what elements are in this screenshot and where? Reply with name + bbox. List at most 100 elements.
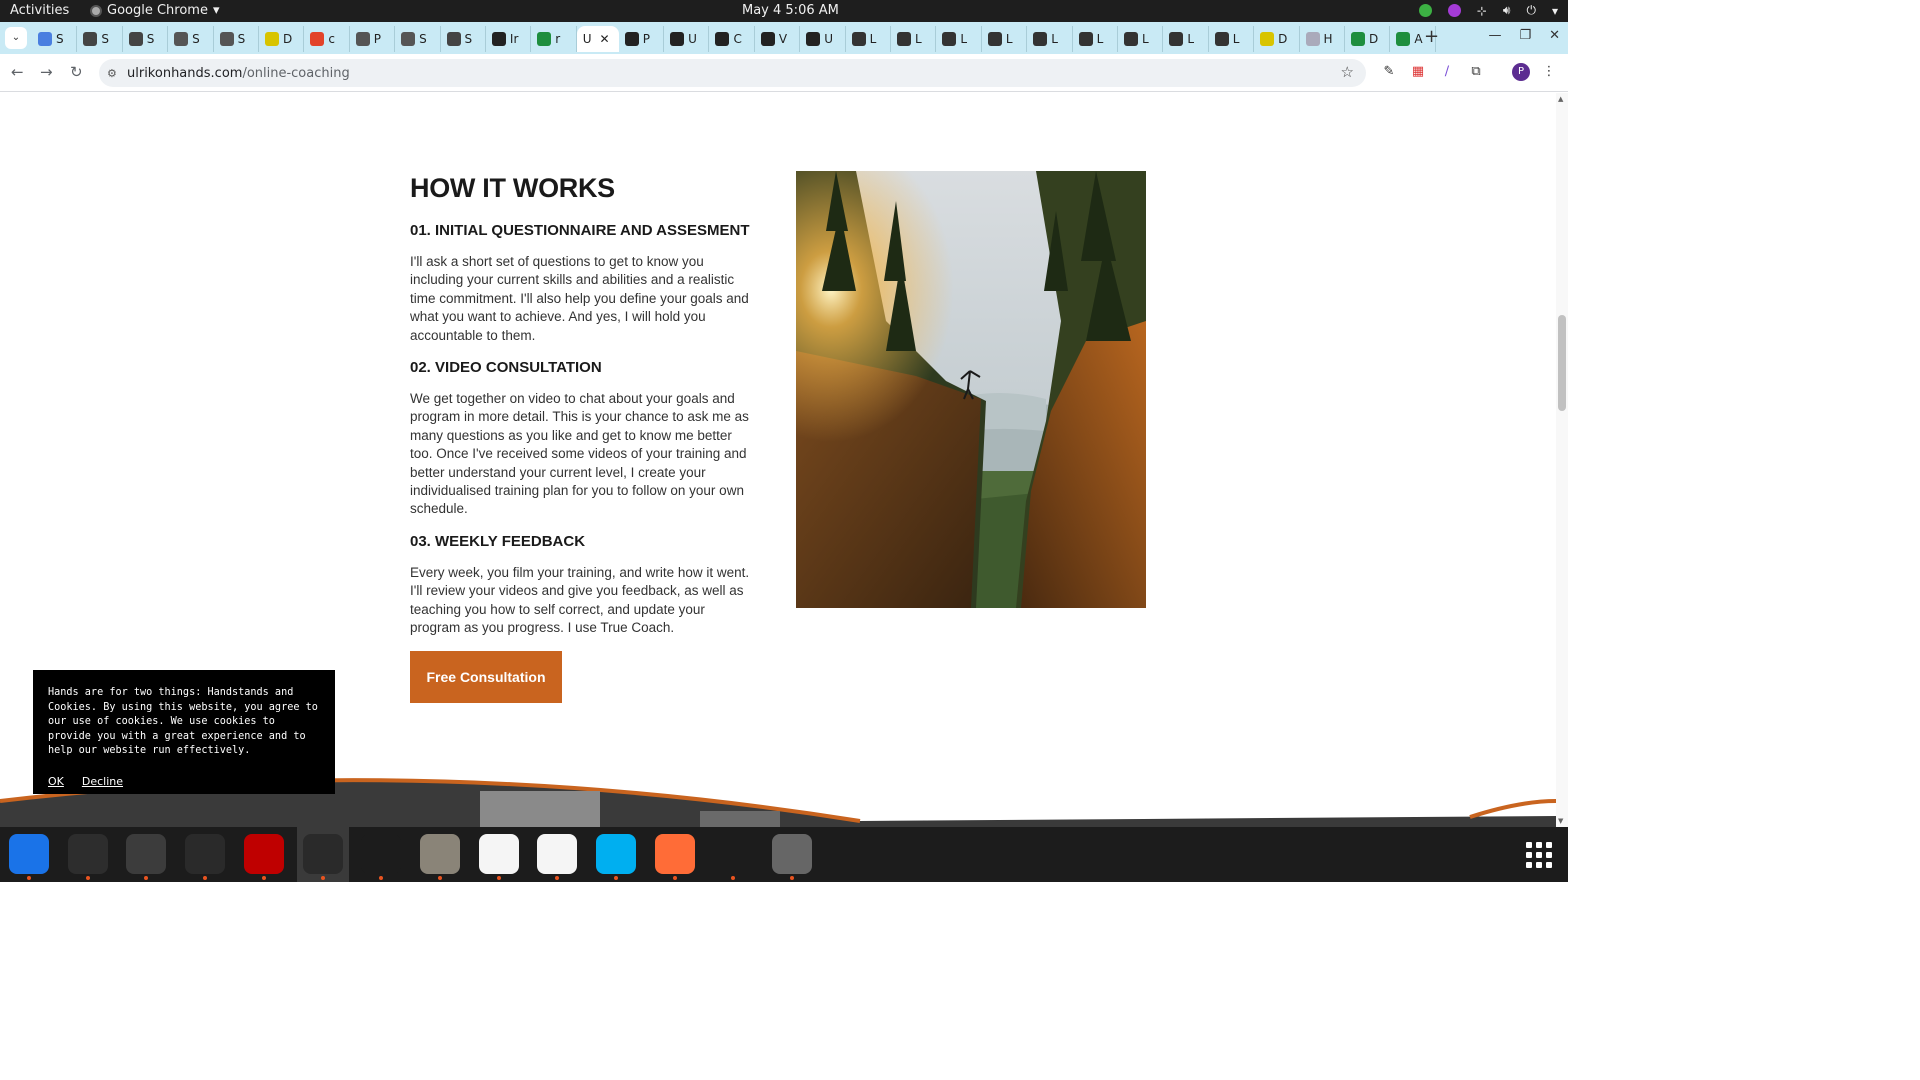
update-icon[interactable]	[1418, 4, 1432, 17]
browser-tab[interactable]: S	[441, 26, 486, 52]
system-monitor-icon[interactable]	[185, 834, 226, 880]
handstand-forest-photo	[796, 171, 1146, 608]
running-indicator	[790, 876, 795, 880]
browser-tab[interactable]: L	[982, 26, 1028, 52]
browser-tab[interactable]: S	[123, 26, 169, 52]
volume-icon[interactable]: 🔊︎	[1503, 3, 1511, 18]
back-button[interactable]: ←	[11, 63, 24, 81]
activities-button[interactable]: Activities	[10, 3, 69, 18]
browser-tab[interactable]: L	[1027, 26, 1073, 52]
tab-favicon-icon	[987, 32, 1002, 46]
skype-icon[interactable]	[596, 834, 636, 880]
bookmark-star-icon[interactable]: ☆	[1341, 63, 1354, 81]
minimize-icon[interactable]: —	[1488, 28, 1501, 43]
writer-icon[interactable]	[537, 834, 578, 880]
scroll-up-arrow[interactable]: ▲	[1558, 95, 1563, 103]
tab-title: L	[1187, 32, 1195, 46]
browser-tab[interactable]: S	[214, 26, 259, 52]
browser-tab[interactable]: C	[709, 26, 755, 52]
browser-tab[interactable]: L	[1209, 26, 1255, 52]
tab-close-icon[interactable]: ✕	[599, 32, 609, 46]
scroll-down-arrow[interactable]: ▼	[1558, 817, 1563, 825]
address-bar[interactable]: ⚙ ulrikonhands.com/online-coaching ☆	[99, 59, 1366, 87]
cookie-consent-banner: Hands are for two things: Handstands and…	[33, 670, 335, 794]
hotspot-icon[interactable]	[713, 834, 754, 880]
site-info-icon[interactable]: ⚙	[107, 67, 121, 80]
tab-favicon-icon	[1033, 32, 1048, 46]
browser-tab[interactable]: L	[936, 26, 982, 52]
text-editor-icon[interactable]	[478, 834, 519, 880]
browser-tab[interactable]: L	[1073, 26, 1118, 52]
restore-icon[interactable]: ❐	[1519, 28, 1531, 43]
browser-tab[interactable]: V	[755, 26, 801, 52]
tab-title: P	[642, 32, 650, 46]
browser-tab[interactable]: P	[350, 26, 396, 52]
filezilla-icon[interactable]	[243, 834, 284, 880]
postman-icon[interactable]	[654, 834, 695, 880]
tab-favicon-icon	[942, 32, 957, 46]
calendar-extension-icon[interactable]: ▦	[1410, 64, 1426, 80]
browser-toolbar: ← → ↻ ⚙ ulrikonhands.com/online-coaching…	[0, 54, 1568, 92]
how-it-works-section: HOW IT WORKS 01. INITIAL QUESTIONNAIRE A…	[410, 173, 756, 652]
browser-tab[interactable]: L	[1118, 26, 1164, 52]
browser-tab[interactable]: S	[395, 26, 441, 52]
scrollbar-thumb[interactable]	[1558, 315, 1566, 411]
cookie-decline-button[interactable]: Decline	[82, 775, 123, 790]
browser-tab[interactable]: D	[259, 26, 305, 52]
cookie-ok-button[interactable]: OK	[48, 775, 64, 790]
chrome-icon[interactable]	[302, 834, 343, 880]
terminal-icon[interactable]	[67, 834, 108, 880]
chevron-down-icon[interactable]: ▾	[1552, 4, 1558, 18]
window-controls: — ❐ ✕	[1488, 28, 1560, 43]
browser-tab[interactable]: S	[77, 26, 123, 52]
power-icon[interactable]: ⏻	[1526, 3, 1536, 18]
menu-kebab-icon[interactable]: ⋮	[1541, 64, 1557, 80]
browser-tab[interactable]: U	[664, 26, 710, 52]
tab-search-button[interactable]: ⌄	[5, 27, 27, 49]
profile-avatar[interactable]: P	[1512, 63, 1530, 81]
extensions-puzzle-icon[interactable]: ⧉	[1468, 64, 1484, 80]
browser-tab[interactable]: c	[304, 26, 350, 52]
browser-tab[interactable]: Ir	[486, 26, 532, 52]
tab-favicon-icon	[537, 32, 552, 46]
tab-title: S	[101, 32, 110, 46]
browser-tab[interactable]: D	[1345, 26, 1391, 52]
browser-tab[interactable]: H	[1300, 26, 1345, 52]
browser-tab[interactable]: U ✕	[576, 26, 619, 52]
app-menu[interactable]: Google Chrome ▾	[90, 3, 220, 18]
close-icon[interactable]: ✕	[1549, 28, 1560, 43]
vscode-icon[interactable]	[361, 834, 402, 880]
files-icon[interactable]	[419, 834, 460, 880]
web-page: HOW IT WORKS 01. INITIAL QUESTIONNAIRE A…	[0, 93, 1556, 827]
thunderbird-icon[interactable]	[9, 834, 49, 880]
clock[interactable]: May 4 5:06 AM	[742, 3, 839, 18]
calculator-icon[interactable]	[126, 834, 167, 880]
color-picker-icon[interactable]	[1447, 4, 1461, 17]
browser-tab[interactable]: S	[168, 26, 214, 52]
browser-tab[interactable]: S	[32, 26, 78, 52]
forward-button[interactable]: →	[40, 63, 53, 81]
tab-favicon-icon	[760, 32, 775, 46]
forest-cliff-illustration	[796, 171, 1146, 608]
eyedropper-extension-icon[interactable]: ✎	[1381, 64, 1397, 80]
browser-tab[interactable]: r	[531, 26, 577, 52]
browser-tab[interactable]: L	[846, 26, 892, 52]
free-consultation-button[interactable]: Free Consultation	[410, 651, 562, 703]
browser-tab[interactable]: P	[619, 26, 665, 52]
show-applications-icon[interactable]	[1526, 842, 1552, 868]
pen-extension-icon[interactable]: ∕	[1439, 64, 1455, 80]
new-tab-button[interactable]: +	[1424, 26, 1439, 47]
running-indicator	[261, 876, 266, 880]
browser-tab[interactable]: L	[891, 26, 937, 52]
browser-tab[interactable]: D	[1254, 26, 1300, 52]
reload-button[interactable]: ↻	[70, 63, 83, 81]
browser-tab[interactable]: L	[1163, 26, 1209, 52]
network-icon[interactable]: ⊹	[1477, 4, 1487, 18]
page-scrollbar[interactable]: ▲ ▼	[1556, 93, 1568, 827]
tab-title: S	[146, 32, 155, 46]
browser-tab[interactable]: U	[800, 26, 846, 52]
disk-icon[interactable]	[772, 834, 813, 880]
tab-favicon-icon	[219, 32, 234, 46]
system-tray[interactable]: ⊹ 🔊︎ ⏻ ▾	[1418, 3, 1558, 18]
tab-favicon-icon	[1260, 32, 1275, 46]
